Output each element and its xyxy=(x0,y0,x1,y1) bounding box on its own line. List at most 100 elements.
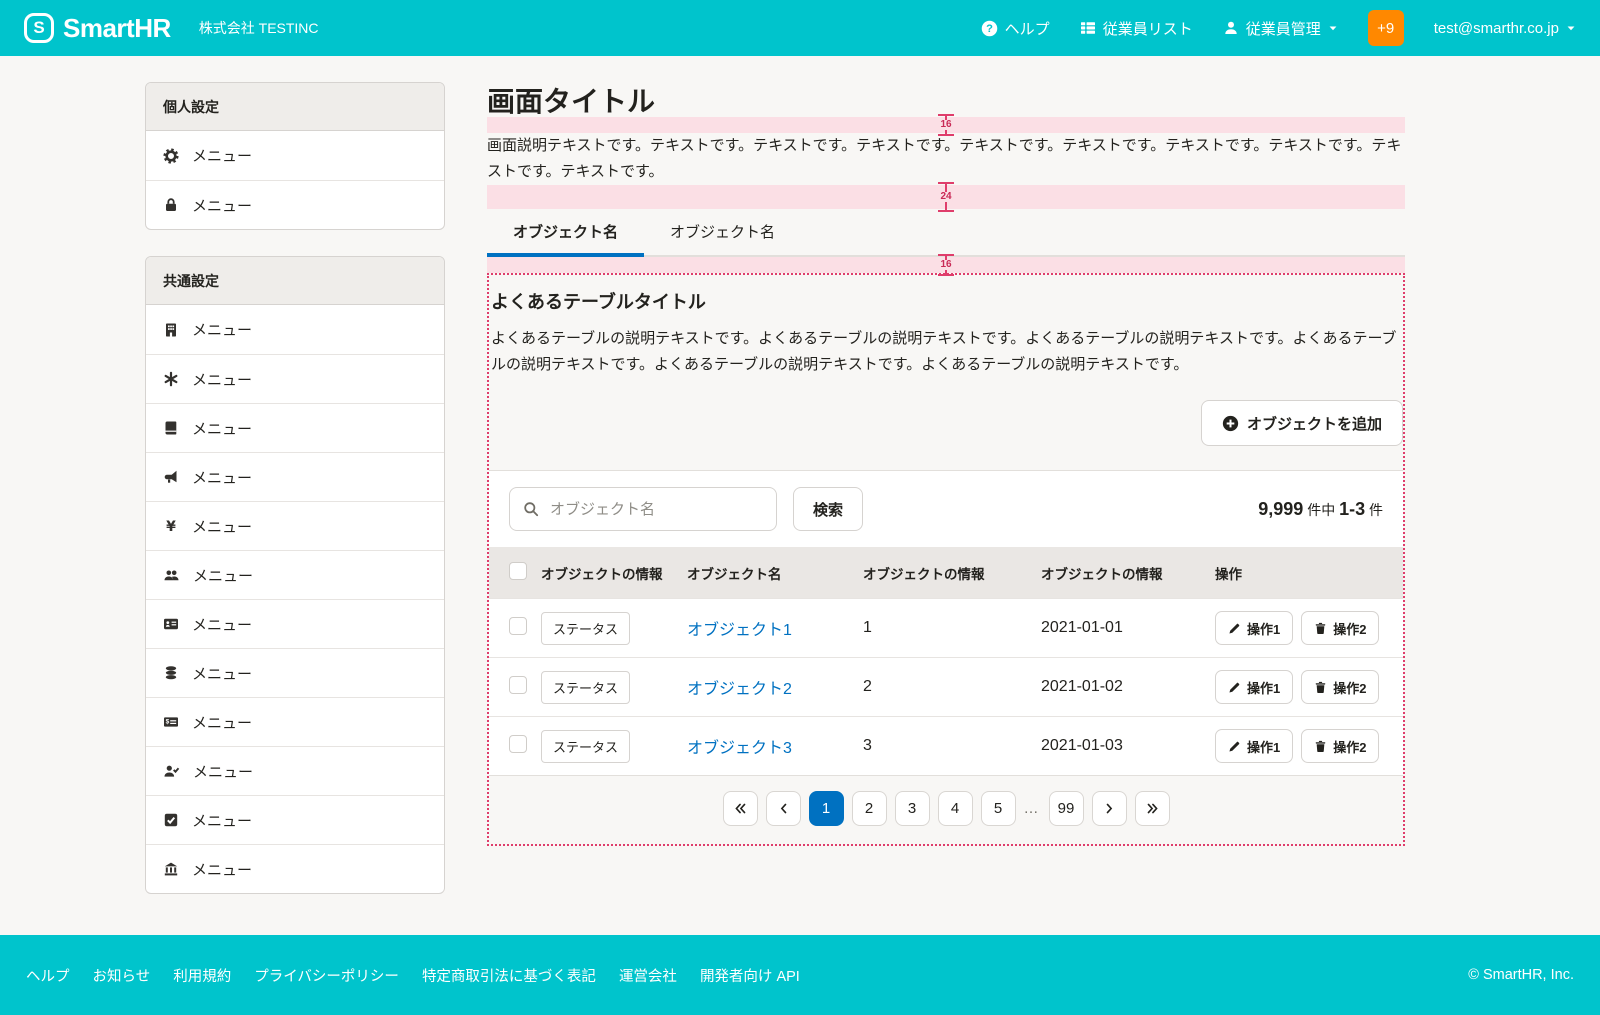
footer-link-company[interactable]: 運営会社 xyxy=(619,965,677,986)
last-page-button[interactable] xyxy=(1135,791,1170,826)
page-button-2[interactable]: 2 xyxy=(852,791,887,826)
account-dropdown[interactable]: test@smarthr.co.jp xyxy=(1434,20,1576,37)
sidebar-item-label: メニュー xyxy=(193,761,253,782)
sidebar-item-menu[interactable]: メニュー xyxy=(146,550,444,599)
sidebar-item-menu[interactable]: メニュー xyxy=(146,305,444,354)
page-button-3[interactable]: 3 xyxy=(895,791,930,826)
employee-admin-dropdown[interactable]: 従業員管理 xyxy=(1223,18,1338,39)
edit-action-button[interactable]: 操作1 xyxy=(1215,670,1293,704)
footer-link-terms[interactable]: 利用規約 xyxy=(173,965,231,986)
sidebar-section-title: 共通設定 xyxy=(146,257,444,305)
tab-object-name-active[interactable]: オブジェクト名 xyxy=(487,209,644,255)
edit-action-button[interactable]: 操作1 xyxy=(1215,729,1293,763)
sidebar-item-label: メニュー xyxy=(192,712,252,733)
count-range: 1-3 xyxy=(1339,499,1365,519)
sidebar-item-label: メニュー xyxy=(192,516,252,537)
list-icon xyxy=(1080,20,1096,36)
employee-list-label: 従業員リスト xyxy=(1103,18,1193,39)
notification-badge[interactable]: +9 xyxy=(1368,10,1404,46)
sidebar-item-menu[interactable]: メニュー xyxy=(146,648,444,697)
sidebar-item-menu[interactable]: メニュー xyxy=(146,131,444,180)
delete-action-button[interactable]: 操作2 xyxy=(1301,729,1379,763)
delete-action-button[interactable]: 操作2 xyxy=(1301,670,1379,704)
object-date-cell: 2021-01-03 xyxy=(1041,717,1215,776)
count-of: 件中 xyxy=(1307,502,1335,518)
header-nav: ? ヘルプ 従業員リスト 従業員管理 +9 test@smarthr.co.jp xyxy=(981,10,1576,46)
footer-link-commerce-law[interactable]: 特定商取引法に基づく表記 xyxy=(422,965,596,986)
add-object-row: オブジェクトを追加 xyxy=(489,400,1403,470)
row-checkbox[interactable] xyxy=(509,617,527,635)
copyright: © SmartHR, Inc. xyxy=(1468,967,1574,983)
pencil-icon xyxy=(1228,681,1241,694)
object-link[interactable]: オブジェクト3 xyxy=(687,740,792,757)
users-icon xyxy=(163,567,180,583)
sidebar-item-label: メニュー xyxy=(192,369,252,390)
object-info-cell: 1 xyxy=(863,599,1041,658)
delete-action-button[interactable]: 操作2 xyxy=(1301,611,1379,645)
column-header: オブジェクトの情報 xyxy=(863,547,1041,599)
app-footer: ヘルプ お知らせ 利用規約 プライバシーポリシー 特定商取引法に基づく表記 運営… xyxy=(0,935,1600,1015)
next-page-button[interactable] xyxy=(1092,791,1127,826)
trash-icon xyxy=(1314,740,1327,753)
sidebar-item-menu[interactable]: メニュー xyxy=(146,746,444,795)
company-name: 株式会社 TESTINC xyxy=(199,18,319,38)
footer-link-news[interactable]: お知らせ xyxy=(93,965,151,986)
column-header: 操作 xyxy=(1215,547,1403,599)
id-card-icon xyxy=(163,616,179,632)
sidebar-item-menu[interactable]: メニュー xyxy=(146,354,444,403)
add-object-button[interactable]: オブジェクトを追加 xyxy=(1201,400,1403,446)
table-row: ステータス オブジェクト3 3 2021-01-03 操作1 xyxy=(489,717,1403,776)
sidebar-item-menu[interactable]: メニュー xyxy=(146,844,444,893)
row-checkbox[interactable] xyxy=(509,735,527,753)
book-icon xyxy=(163,420,179,436)
select-all-checkbox[interactable] xyxy=(509,562,527,580)
edit-action-button[interactable]: 操作1 xyxy=(1215,611,1293,645)
prev-page-button[interactable] xyxy=(766,791,801,826)
sidebar-section-common: 共通設定 メニュー メニュー メニュー メニュー xyxy=(145,256,445,894)
sidebar-item-menu[interactable]: メニュー xyxy=(146,180,444,229)
table-row: ステータス オブジェクト2 2 2021-01-02 操作1 xyxy=(489,658,1403,717)
search-button[interactable]: 検索 xyxy=(793,487,863,531)
sidebar-item-menu[interactable]: メニュー xyxy=(146,452,444,501)
sidebar-section-personal: 個人設定 メニュー メニュー xyxy=(145,82,445,230)
smarthr-logo[interactable]: S SmartHR xyxy=(24,13,171,44)
page-button-99[interactable]: 99 xyxy=(1049,791,1084,826)
footer-link-privacy[interactable]: プライバシーポリシー xyxy=(254,965,399,986)
help-nav-item[interactable]: ? ヘルプ xyxy=(981,18,1050,39)
help-icon: ? xyxy=(981,20,998,37)
sidebar-item-label: メニュー xyxy=(193,565,253,586)
sidebar-item-menu[interactable]: $ メニュー xyxy=(146,697,444,746)
search-input[interactable] xyxy=(548,500,763,519)
employee-admin-label: 従業員管理 xyxy=(1246,18,1321,39)
landmark-icon xyxy=(163,861,179,877)
object-link[interactable]: オブジェクト1 xyxy=(687,622,792,639)
tab-object-name[interactable]: オブジェクト名 xyxy=(644,209,801,255)
sidebar-item-label: メニュー xyxy=(192,614,252,635)
pencil-icon xyxy=(1228,740,1241,753)
sidebar-item-label: メニュー xyxy=(192,195,252,216)
person-icon xyxy=(1223,20,1239,36)
account-email: test@smarthr.co.jp xyxy=(1434,20,1559,37)
footer-link-developer-api[interactable]: 開発者向け API xyxy=(700,965,800,986)
footer-link-help[interactable]: ヘルプ xyxy=(26,965,70,986)
result-count: 9,999 件中 1-3 件 xyxy=(1258,499,1383,520)
sidebar-item-menu[interactable]: メニュー xyxy=(146,403,444,452)
lock-icon xyxy=(163,197,179,213)
sidebar-item-menu[interactable]: メニュー xyxy=(146,795,444,844)
row-checkbox[interactable] xyxy=(509,676,527,694)
employee-list-nav-item[interactable]: 従業員リスト xyxy=(1080,18,1193,39)
column-header: オブジェクト名 xyxy=(687,547,863,599)
sidebar-item-menu[interactable]: メニュー xyxy=(146,599,444,648)
column-header: オブジェクトの情報 xyxy=(541,547,687,599)
sidebar: 個人設定 メニュー メニュー 共通設定 メニュー メニュー xyxy=(145,82,445,920)
smarthr-logo-text: SmartHR xyxy=(63,13,171,44)
sidebar-item-menu[interactable]: ¥ メニュー xyxy=(146,501,444,550)
table-section: よくあるテーブルタイトル よくあるテーブルの説明テキストです。よくあるテーブルの… xyxy=(487,273,1405,846)
object-date-cell: 2021-01-01 xyxy=(1041,599,1215,658)
first-page-button[interactable] xyxy=(723,791,758,826)
page-button-1[interactable]: 1 xyxy=(809,791,844,826)
ruler-marker: 16 xyxy=(938,114,954,136)
object-link[interactable]: オブジェクト2 xyxy=(687,681,792,698)
page-button-4[interactable]: 4 xyxy=(938,791,973,826)
page-button-5[interactable]: 5 xyxy=(981,791,1016,826)
